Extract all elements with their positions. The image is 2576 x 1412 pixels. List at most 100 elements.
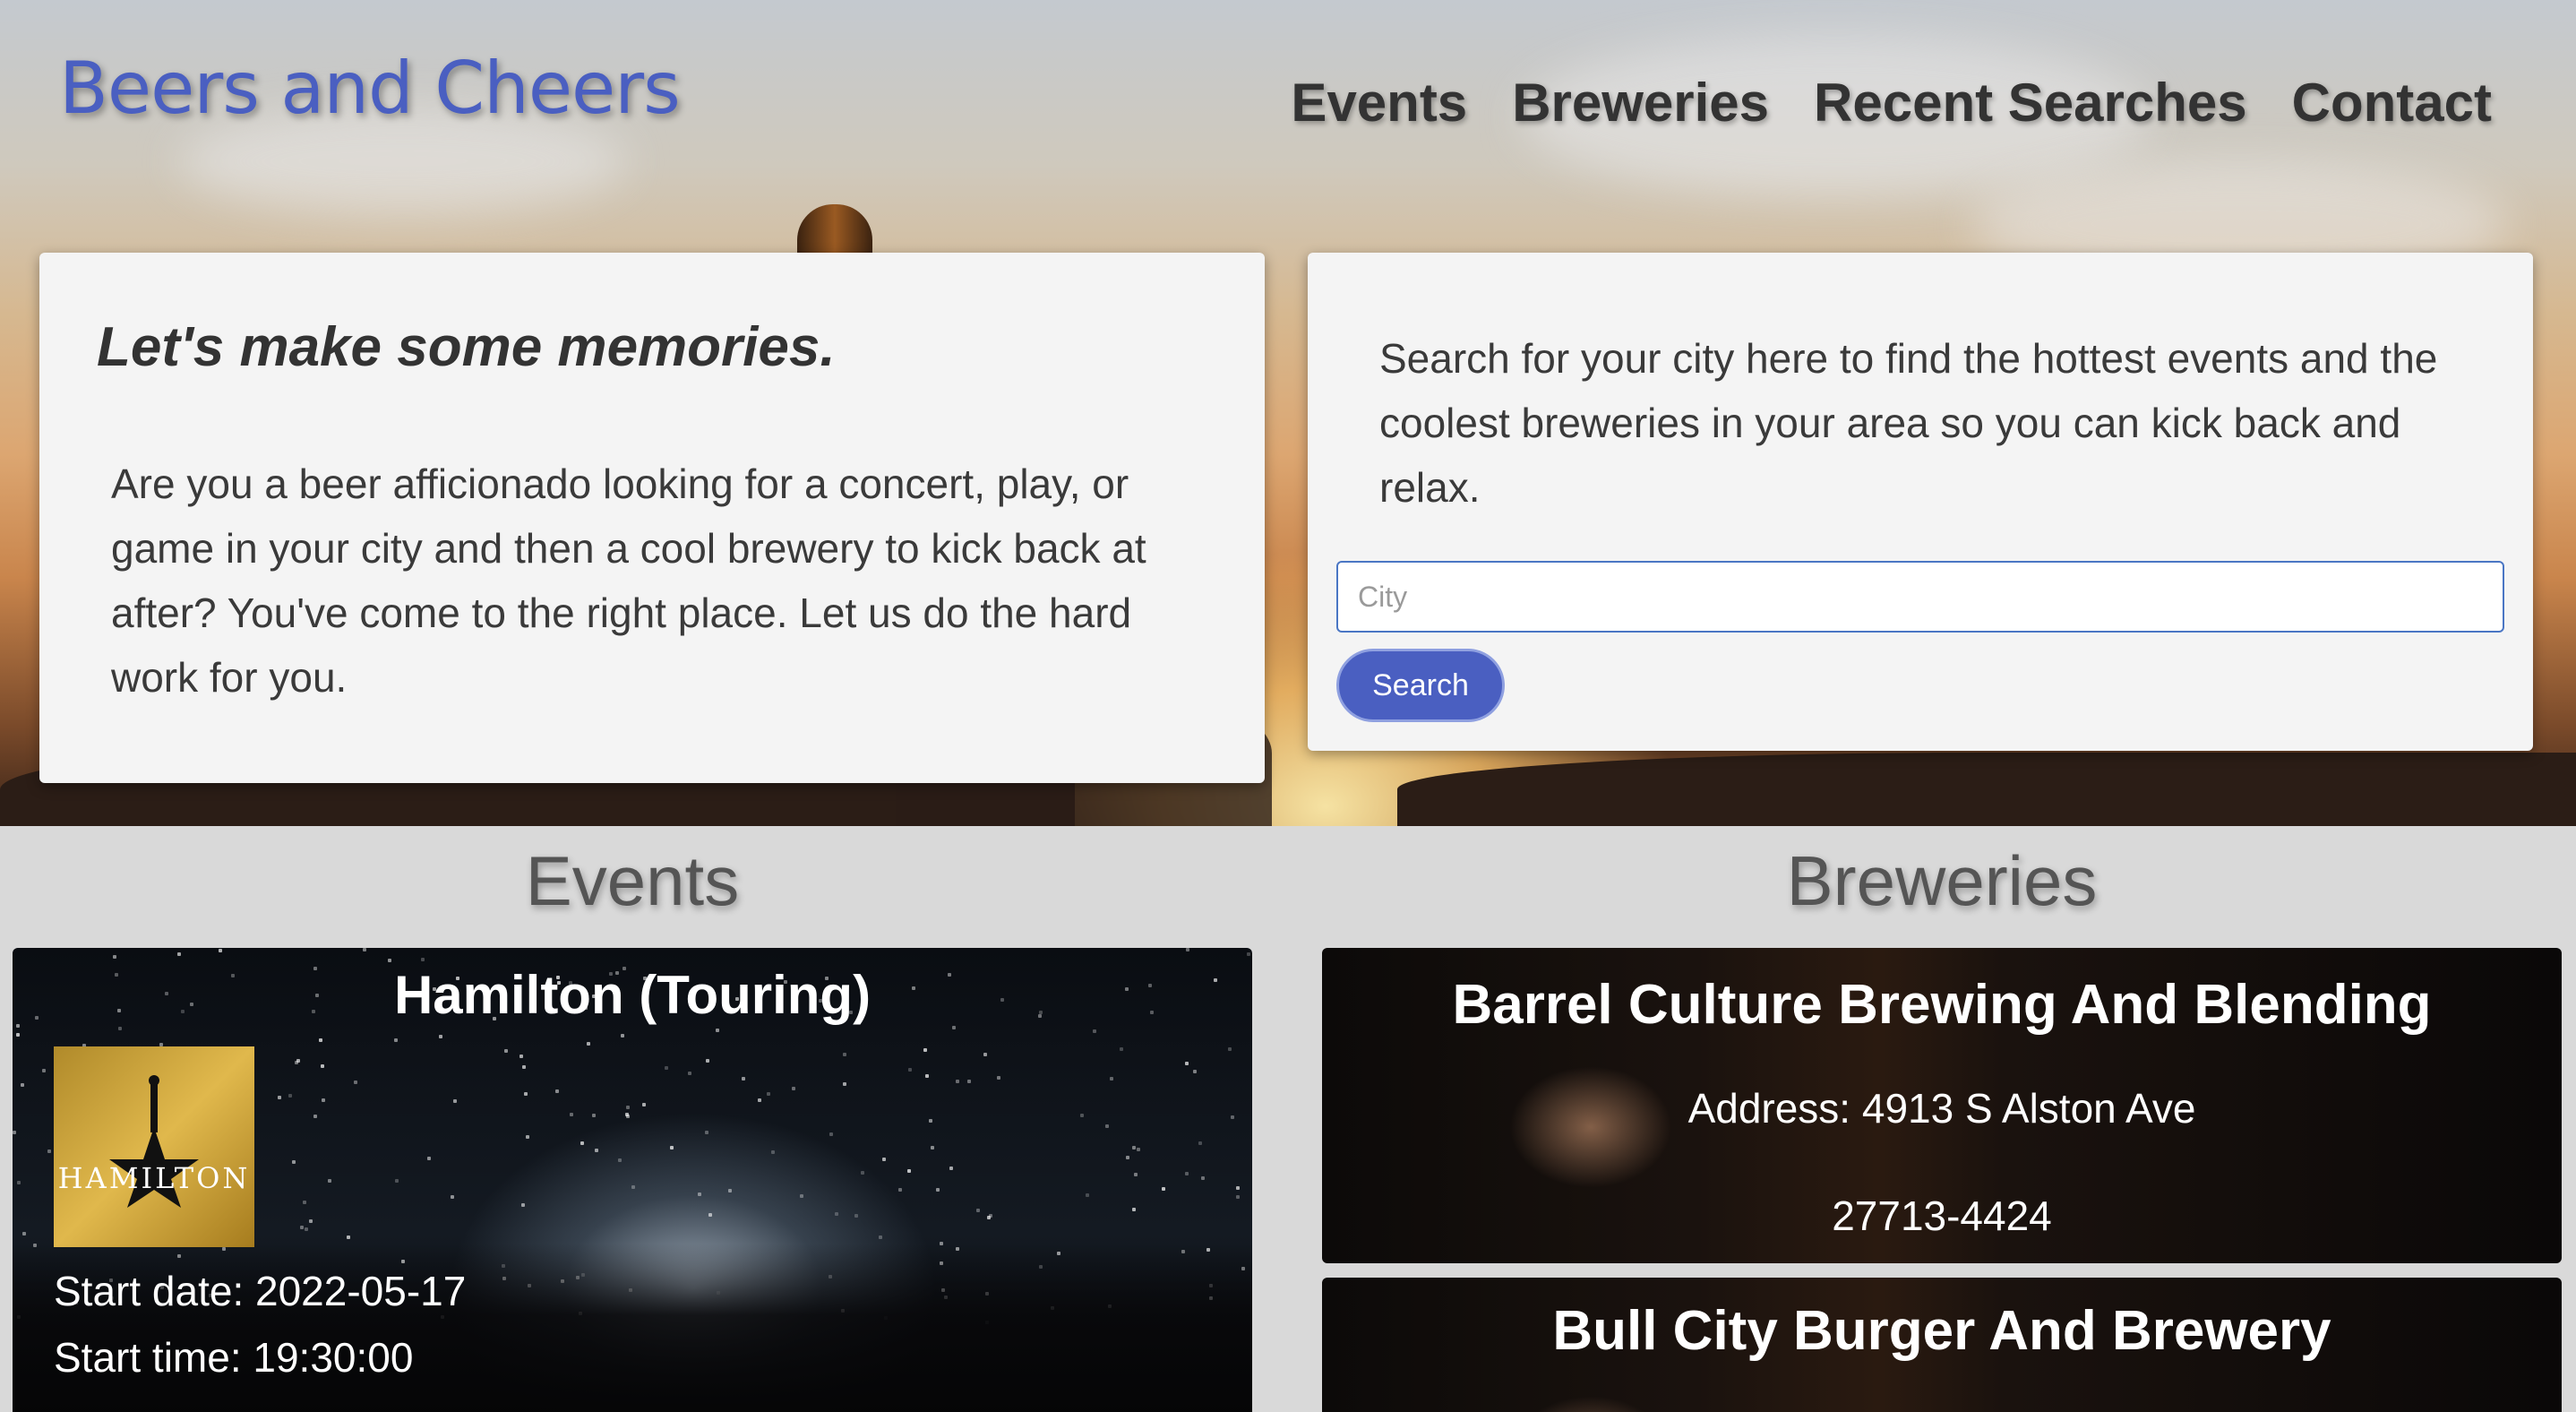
confetti-speck <box>956 1080 959 1083</box>
confetti-speck <box>451 1195 454 1199</box>
confetti-speck <box>1086 1193 1089 1197</box>
search-description: Search for your city here to find the ho… <box>1379 335 2438 511</box>
confetti-speck <box>716 1029 719 1032</box>
confetti-speck <box>631 1185 635 1189</box>
confetti-speck <box>1198 1141 1202 1145</box>
confetti-speck <box>278 1096 281 1099</box>
confetti-speck <box>22 1232 26 1236</box>
confetti-speck <box>1093 1029 1096 1033</box>
search-button[interactable]: Search <box>1336 649 1505 722</box>
confetti-speck <box>321 1064 324 1068</box>
confetti-speck <box>21 1083 24 1087</box>
confetti-speck <box>708 1213 712 1217</box>
brewery-card[interactable]: Bull City Burger And Brewery <box>1322 1278 2562 1412</box>
confetti-speck <box>854 1214 858 1218</box>
confetti-speck <box>983 1053 987 1056</box>
confetti-speck <box>309 1219 313 1223</box>
confetti-speck <box>706 1059 709 1063</box>
confetti-speck <box>13 1131 16 1134</box>
confetti-speck <box>305 1227 308 1231</box>
confetti-speck <box>1231 1115 1234 1119</box>
confetti-speck <box>394 1038 398 1042</box>
confetti-speck <box>936 1188 940 1192</box>
confetti-speck <box>618 1158 622 1162</box>
confetti-speck <box>670 1146 674 1149</box>
confetti-speck <box>688 1072 691 1075</box>
confetti-speck <box>1185 1172 1189 1175</box>
confetti-speck <box>976 1209 980 1212</box>
brewery-name[interactable]: Bull City Burger And Brewery <box>1322 1299 2562 1363</box>
confetti-speck <box>1201 1176 1205 1180</box>
brand-logo[interactable]: Beers and Cheers <box>59 47 681 130</box>
confetti-speck <box>524 1092 528 1096</box>
confetti-speck <box>17 1181 21 1184</box>
confetti-speck <box>555 1089 559 1093</box>
confetti-speck <box>767 1092 770 1096</box>
confetti-speck <box>923 1048 927 1052</box>
confetti-speck <box>580 1141 584 1145</box>
confetti-speck <box>113 955 116 959</box>
confetti-speck <box>1110 1077 1113 1081</box>
confetti-speck <box>292 1160 296 1164</box>
confetti-speck <box>879 1236 882 1239</box>
nav-breweries[interactable]: Breweries <box>1512 72 1769 133</box>
nav-recent-searches[interactable]: Recent Searches <box>1814 72 2247 133</box>
confetti-speck <box>47 1149 51 1153</box>
confetti-speck <box>519 1055 523 1058</box>
search-card: Search for your city here to find the ho… <box>1308 253 2533 751</box>
confetti-speck <box>504 1049 508 1053</box>
confetti-speck <box>16 1033 20 1037</box>
confetti-speck <box>907 1169 911 1173</box>
confetti-speck <box>592 1114 596 1117</box>
bottle-image <box>797 204 872 258</box>
confetti-speck <box>742 1077 745 1081</box>
confetti-speck <box>1193 1070 1197 1073</box>
confetti-speck <box>1162 1187 1165 1191</box>
confetti-speck <box>728 1189 732 1192</box>
event-card[interactable]: Hamilton (Touring) HAMILTON Start date: … <box>13 948 1252 1412</box>
confetti-speck <box>898 1188 902 1192</box>
confetti-speck <box>931 1146 934 1149</box>
confetti-speck <box>800 1194 803 1198</box>
brewery-card[interactable]: Barrel Culture Brewing And Blending Addr… <box>1322 948 2562 1263</box>
event-logo-image: HAMILTON <box>54 1046 254 1247</box>
confetti-speck <box>1137 1148 1140 1151</box>
confetti-speck <box>758 1098 761 1102</box>
nav-contact[interactable]: Contact <box>2292 72 2492 133</box>
confetti-speck <box>322 1098 325 1102</box>
confetti-speck <box>1228 1047 1232 1051</box>
confetti-speck <box>1120 1047 1123 1051</box>
confetti-speck <box>1126 1156 1129 1159</box>
main-nav: Events Breweries Recent Searches Contact <box>1291 72 2492 133</box>
confetti-speck <box>771 1150 775 1154</box>
confetti-speck <box>952 1026 956 1029</box>
hero-banner: Beers and Cheers Events Breweries Recent… <box>0 0 2576 826</box>
confetti-speck <box>843 1082 846 1086</box>
brewery-name[interactable]: Barrel Culture Brewing And Blending <box>1322 973 2562 1037</box>
confetti-speck <box>642 1103 646 1106</box>
nav-events[interactable]: Events <box>1291 72 1467 133</box>
confetti-speck <box>388 959 391 962</box>
confetti-speck <box>997 1076 1000 1080</box>
city-search-input[interactable] <box>1336 561 2504 633</box>
confetti-speck <box>288 1094 292 1098</box>
intro-card: Let's make some memories. Are you a beer… <box>39 253 1265 783</box>
confetti-speck <box>328 1179 331 1183</box>
confetti-speck <box>427 1157 431 1160</box>
confetti-speck <box>1080 1114 1084 1117</box>
hills-silhouette <box>1397 753 2576 826</box>
confetti-speck <box>313 1115 317 1118</box>
confetti-speck <box>295 1061 298 1064</box>
confetti-speck <box>521 1203 525 1207</box>
brewery-address: Address: 4913 S Alston Ave <box>1687 1085 2196 1132</box>
confetti-speck <box>1185 1062 1189 1065</box>
event-name[interactable]: Hamilton (Touring) <box>13 964 1252 1026</box>
confetti-speck <box>395 1179 399 1183</box>
confetti-speck <box>363 948 366 951</box>
confetti-speck <box>177 952 181 956</box>
confetti-speck <box>882 1158 886 1161</box>
confetti-speck <box>792 1087 795 1090</box>
intro-text: Are you a beer afficionado looking for a… <box>111 461 1146 701</box>
confetti-speck <box>908 1068 912 1072</box>
confetti-speck <box>300 1226 304 1229</box>
